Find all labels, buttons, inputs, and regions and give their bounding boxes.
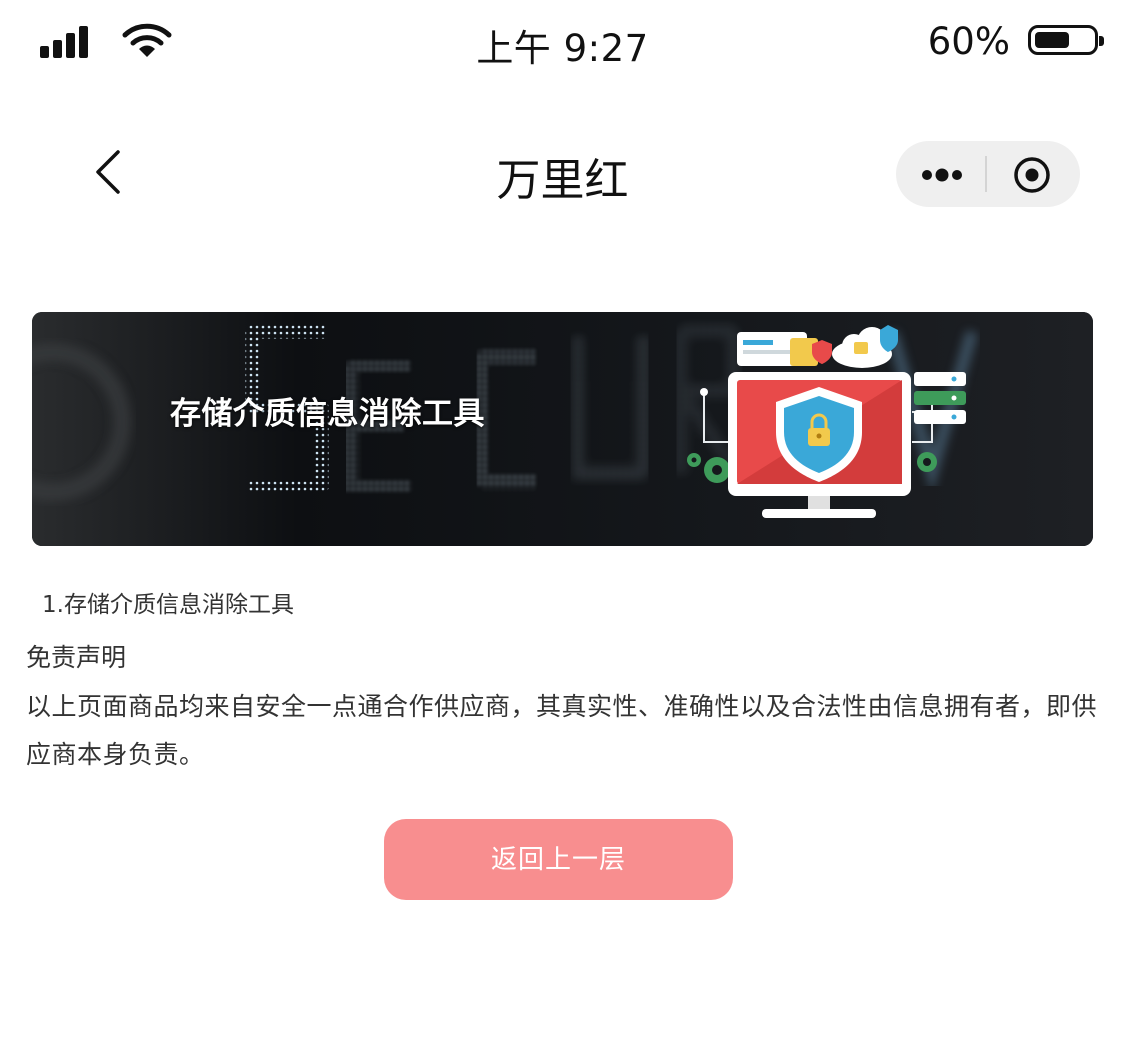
return-previous-level-button[interactable]: 返回上一层 bbox=[384, 819, 733, 900]
product-item-title[interactable]: 1.存储介质信息消除工具 bbox=[42, 585, 294, 619]
battery-percentage: 60% bbox=[927, 20, 1010, 63]
product-banner[interactable]: 存储介质信息消除工具 bbox=[32, 312, 1093, 546]
nav-bar: 万里红 bbox=[0, 130, 1125, 220]
more-options-icon[interactable] bbox=[896, 141, 986, 207]
status-bar: 上午 9:27 60% bbox=[0, 0, 1125, 88]
battery-icon bbox=[1028, 25, 1104, 55]
banner-caption: 存储介质信息消除工具 bbox=[170, 396, 485, 432]
close-miniprogram-icon[interactable] bbox=[989, 141, 1080, 207]
miniprogram-capsule bbox=[896, 141, 1080, 207]
disclaimer-text: 以上页面商品均来自安全一点通合作供应商，其真实性、准确性以及合法性由信息拥有者，… bbox=[26, 692, 1098, 769]
disclaimer-heading: 免责声明 bbox=[26, 643, 127, 672]
capsule-divider bbox=[985, 156, 987, 192]
page: 上午 9:27 60% 万里红 存储介质信息消除工具 1.存储介质信息消除工具 … bbox=[0, 0, 1125, 1041]
